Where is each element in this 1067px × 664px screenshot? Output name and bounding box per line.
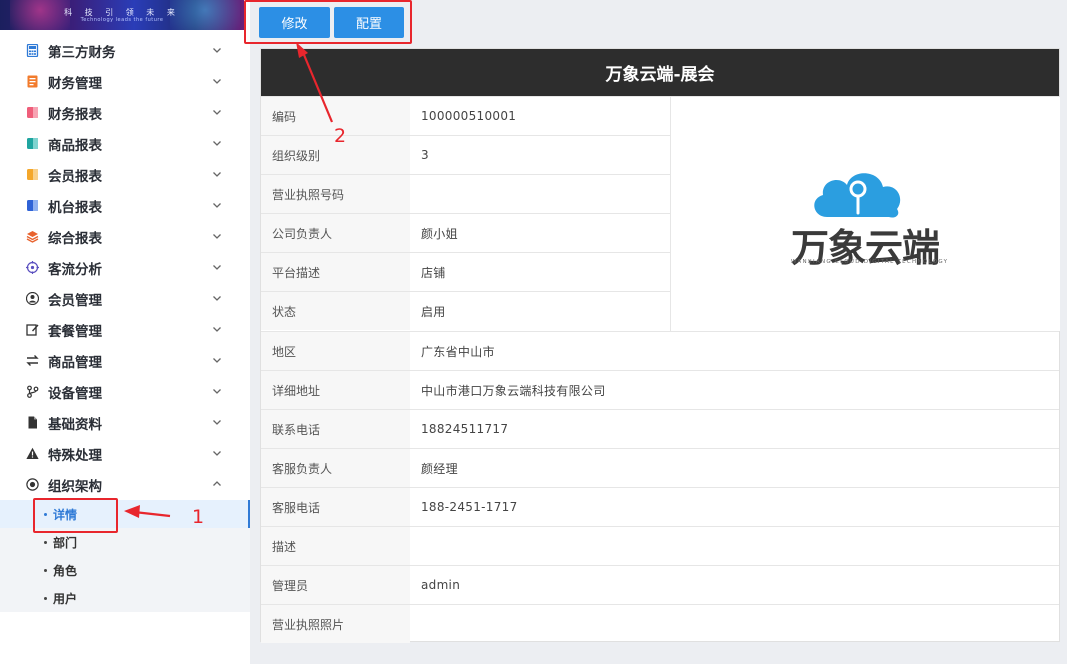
page-root: 科 技 引 领 未 来 Technology leads the future …: [0, 0, 1067, 664]
annotation-number-1: 1: [192, 506, 205, 528]
annotation-arrows: [124, 42, 334, 518]
annotation-number-2: 2: [334, 125, 347, 147]
